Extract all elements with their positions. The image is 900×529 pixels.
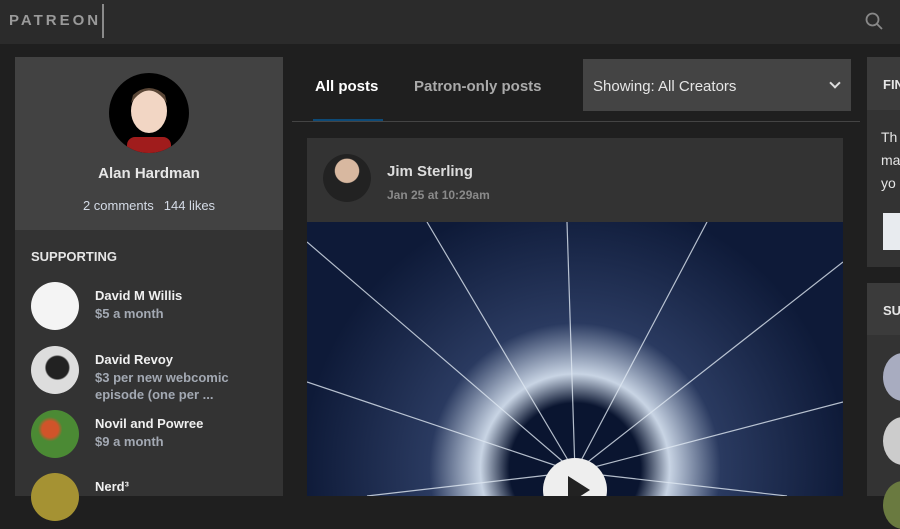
card-title: FIN: [867, 57, 900, 110]
pledge-amount: $3 per new webcomic episode (one per ...: [95, 370, 229, 402]
pledge-amount: $5 a month: [95, 306, 164, 321]
divider: [292, 121, 860, 122]
tab-patron-only-posts[interactable]: Patron-only posts: [414, 78, 542, 95]
comments-count[interactable]: 2 comments: [83, 198, 154, 213]
creator-avatar[interactable]: [883, 353, 900, 401]
card-button[interactable]: [883, 213, 900, 250]
divider: [102, 4, 104, 38]
profile-sidebar: Alan Hardman 2 comments 144 likes SUPPORT…: [15, 57, 283, 521]
post-video-thumbnail[interactable]: [307, 221, 843, 496]
creator-avatar[interactable]: [883, 481, 900, 529]
creator-name: Nerd³: [95, 479, 129, 494]
post-author[interactable]: Jim Sterling: [387, 163, 473, 180]
post-card: Jim Sterling Jan 25 at 10:29am: [307, 138, 843, 496]
creator-avatar[interactable]: [883, 417, 900, 465]
card-text: Th ma yo: [881, 129, 900, 191]
creator-name: David Revoy: [95, 352, 174, 367]
top-bar: PATREON: [0, 0, 900, 44]
creator-name: David M Willis: [95, 288, 183, 303]
avatar[interactable]: [109, 73, 189, 153]
chevron-down-icon: [829, 77, 841, 89]
suggested-creators-card: SU: [867, 283, 900, 529]
creator-name: Novil and Powree: [95, 416, 204, 431]
creator-avatar: [31, 346, 79, 394]
supporting-heading: SUPPORTING: [31, 249, 117, 264]
card-title: SU: [867, 283, 900, 335]
post-date[interactable]: Jan 25 at 10:29am: [387, 188, 490, 202]
creator-avatar: [31, 410, 79, 458]
filter-value: Showing: All Creators: [593, 78, 737, 95]
creator-avatar: [31, 282, 79, 330]
pledge-amount: $9 a month: [95, 434, 164, 449]
profile-stats: 2 comments 144 likes: [15, 198, 283, 213]
profile-card: Alan Hardman 2 comments 144 likes: [15, 57, 283, 230]
patreon-logo[interactable]: PATREON: [9, 12, 101, 29]
search-icon[interactable]: [865, 12, 883, 30]
creator-filter-select[interactable]: Showing: All Creators: [583, 59, 851, 111]
profile-name[interactable]: Alan Hardman: [15, 165, 283, 182]
author-avatar[interactable]: [323, 154, 371, 202]
likes-count[interactable]: 144 likes: [164, 198, 215, 213]
creator-avatar: [31, 473, 79, 521]
tab-all-posts[interactable]: All posts: [315, 78, 378, 95]
broken-glass-image: [307, 221, 843, 496]
find-creators-card: FIN Th ma yo: [867, 57, 900, 267]
